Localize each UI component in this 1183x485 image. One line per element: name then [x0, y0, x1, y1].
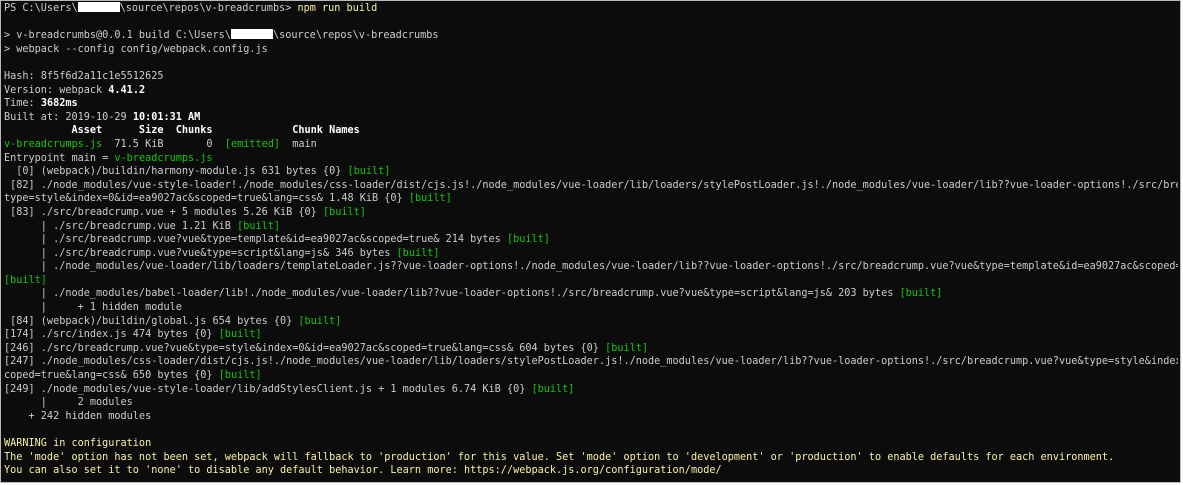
module-line: | ./node_modules/babel-loader/lib!./node…	[4, 287, 1177, 301]
built-at-value: 10:01:31 AM	[132, 111, 201, 123]
webpack-command-line: > webpack --config config/webpack.config…	[4, 43, 268, 55]
built-tag: [built]	[506, 234, 550, 246]
built-tag: [built]	[237, 220, 281, 232]
built-tag: [built]	[605, 342, 649, 354]
asset-name: v-breadcrumps.js	[4, 138, 103, 150]
module-text: | ./src/breadcrump.vue?vue&type=template…	[4, 234, 507, 246]
module-text: [247] ./node_modules/css-loader/dist/cjs…	[4, 356, 1181, 368]
module-text: | + 1 hidden module	[4, 302, 182, 314]
module-line: [built]	[4, 274, 1177, 288]
asset-row: v-breadcrumps.js 71.5 KiB 0 [emitted] ma…	[4, 138, 1177, 152]
module-text: + 242 hidden modules	[4, 410, 152, 422]
prompt-path-suffix: \source\repos\v-breadcrumbs>	[119, 3, 298, 14]
asset-size: 71.5 KiB 0	[102, 138, 225, 150]
built-tag: [built]	[396, 247, 440, 259]
module-line: + 242 hidden modules	[4, 410, 1177, 424]
built-at-line: Built at: 2019-10-29 10:01:31 AM	[4, 111, 1177, 125]
redacted-username	[230, 29, 273, 40]
build-line-suffix: \source\repos\v-breadcrumbs	[272, 30, 439, 42]
module-line: | ./src/breadcrump.vue?vue&type=script&l…	[4, 247, 1177, 261]
warning-hint: You can also set it to 'none' to disable…	[4, 465, 722, 477]
module-line: coped=true&lang=css& 650 bytes {0} [buil…	[4, 369, 1177, 383]
module-text: [249] ./node_modules/vue-style-loader/li…	[4, 383, 532, 395]
built-tag: [built]	[218, 370, 262, 382]
time-line: Time: 3682ms	[4, 97, 1177, 111]
module-text: [246] ./src/breadcrump.vue?vue&type=styl…	[4, 342, 606, 354]
module-line: type=style&index=0&id=ea9027ac&scoped=tr…	[4, 192, 1177, 206]
built-tag: [built]	[899, 288, 943, 300]
module-text: | ./node_modules/babel-loader/lib!./node…	[4, 288, 900, 300]
module-line: | ./src/breadcrump.vue?vue&type=template…	[4, 233, 1177, 247]
module-line: [83] ./src/breadcrump.vue + 5 modules 5.…	[4, 206, 1177, 220]
module-text: [83] ./src/breadcrump.vue + 5 modules 5.…	[4, 206, 323, 218]
built-tag: [built]	[408, 193, 452, 205]
version-line: Version: webpack 4.41.2	[4, 84, 1177, 98]
redacted-username	[77, 2, 120, 12]
prompt-line: PS C:\Users\ \source\repos\v-breadcrumbs>…	[4, 2, 1177, 16]
module-line: [246] ./src/breadcrump.vue?vue&type=styl…	[4, 342, 1177, 356]
input-line[interactable]	[4, 478, 1177, 482]
module-line: | ./node_modules/vue-loader/lib/loaders/…	[4, 260, 1180, 274]
built-tag: [built]	[4, 274, 47, 286]
time-value: 3682ms	[40, 98, 78, 110]
module-text: [174] ./src/index.js 474 bytes {0}	[4, 329, 219, 341]
module-line: | 2 modules	[4, 396, 1177, 410]
terminal-window[interactable]: PS C:\Users\ \source\repos\v-breadcrumbs>…	[0, 0, 1181, 483]
module-line: | ./src/breadcrump.vue 1.21 KiB [built]	[4, 220, 1177, 234]
build-line-prefix: > v-breadcrumbs@0.0.1 build C:\Users\	[4, 30, 231, 42]
entrypoint-label: Entrypoint main =	[4, 152, 115, 164]
module-line: | + 1 hidden module	[4, 301, 1177, 315]
build-line: > v-breadcrumbs@0.0.1 build C:\Users\ \so…	[4, 29, 1177, 43]
prompt-command: npm run build	[297, 3, 378, 14]
version-value: 4.41.2	[108, 84, 146, 96]
module-text: | 2 modules	[4, 397, 133, 409]
warning-message: The 'mode' option has not been set, webp…	[4, 451, 1115, 463]
built-tag: [built]	[218, 329, 262, 341]
module-line: [0] (webpack)/buildin/harmony-module.js …	[4, 165, 1177, 179]
asset-table-header: Asset Size Chunks Chunk Names	[4, 125, 360, 137]
module-line: [82] ./node_modules/vue-style-loader!./n…	[4, 179, 1180, 193]
module-line: [174] ./src/index.js 474 bytes {0} [buil…	[4, 328, 1177, 342]
module-text: [82] ./node_modules/vue-style-loader!./n…	[4, 179, 1181, 191]
module-text: [0] (webpack)/buildin/harmony-module.js …	[4, 166, 348, 178]
module-text: | ./src/breadcrump.vue 1.21 KiB	[4, 220, 238, 232]
warning-title: WARNING in configuration	[4, 438, 152, 449]
module-line: [247] ./node_modules/css-loader/dist/cjs…	[4, 355, 1180, 369]
entrypoint-line: Entrypoint main = v-breadcrumps.js	[4, 152, 1177, 166]
prompt-path-prefix: PS C:\Users\	[4, 3, 78, 14]
built-tag: [built]	[322, 206, 366, 218]
built-tag: [built]	[347, 166, 391, 178]
asset-chunk: main	[280, 138, 317, 150]
module-text: coped=true&lang=css& 650 bytes {0}	[4, 370, 219, 382]
module-line: [84] (webpack)/buildin/global.js 654 byt…	[4, 315, 1177, 329]
module-text: | ./src/breadcrump.vue?vue&type=script&l…	[4, 247, 397, 259]
entrypoint-value: v-breadcrumps.js	[114, 152, 213, 164]
built-tag: [built]	[298, 315, 342, 327]
module-text: type=style&index=0&id=ea9027ac&scoped=tr…	[4, 193, 409, 205]
built-tag: [built]	[531, 383, 575, 395]
built-at-label: Built at: 2019-10-29	[4, 111, 133, 123]
module-text: | ./node_modules/vue-loader/lib/loaders/…	[4, 261, 1181, 273]
time-label: Time:	[4, 98, 41, 110]
hash-line: Hash: 8f5f6d2a11c1e5512625	[4, 70, 164, 82]
module-text: [84] (webpack)/buildin/global.js 654 byt…	[4, 315, 299, 327]
emitted-tag: [emitted]	[224, 138, 281, 150]
version-label: Version: webpack	[4, 84, 109, 96]
scrollbar[interactable]	[1178, 1, 1180, 482]
module-line: [249] ./node_modules/vue-style-loader/li…	[4, 383, 1177, 397]
